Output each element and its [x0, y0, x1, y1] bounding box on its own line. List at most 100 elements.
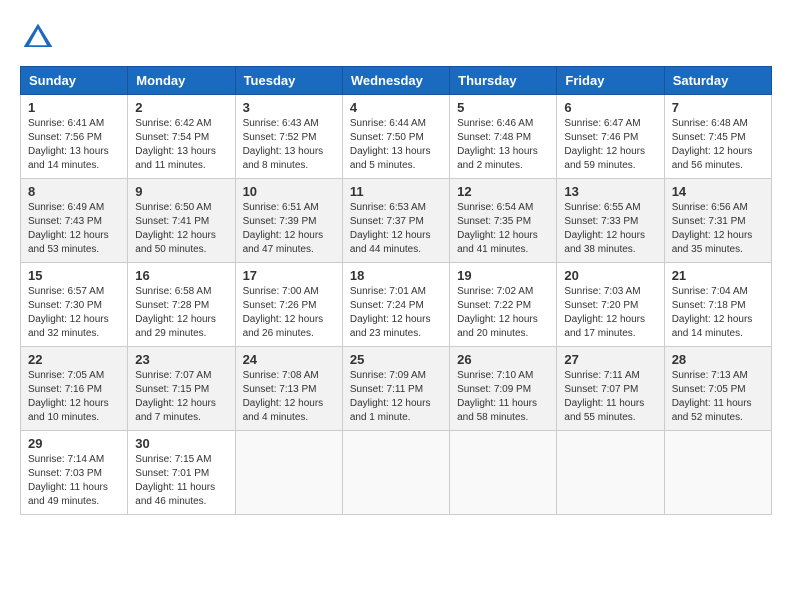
day-number: 17	[243, 268, 335, 283]
calendar-cell: 8 Sunrise: 6:49 AM Sunset: 7:43 PM Daylig…	[21, 179, 128, 263]
day-number: 10	[243, 184, 335, 199]
day-header-wednesday: Wednesday	[342, 67, 449, 95]
calendar-cell: 16Sunrise: 6:58 AM Sunset: 7:28 PM Dayli…	[128, 263, 235, 347]
calendar-cell: 18 Sunrise: 7:01 AM Sunset: 7:24 PM Dayli…	[342, 263, 449, 347]
day-number: 7	[672, 100, 764, 115]
calendar-cell: 27 Sunrise: 7:11 AM Sunset: 7:07 PM Dayli…	[557, 347, 664, 431]
calendar-cell: 13 Sunrise: 6:55 AM Sunset: 7:33 PM Dayli…	[557, 179, 664, 263]
calendar-cell: 10 Sunrise: 6:51 AM Sunset: 7:39 PM Dayli…	[235, 179, 342, 263]
calendar-cell: 22 Sunrise: 7:05 AM Sunset: 7:16 PM Dayli…	[21, 347, 128, 431]
calendar-cell	[342, 431, 449, 515]
week-row-5: 29 Sunrise: 7:14 AM Sunset: 7:03 PM Dayli…	[21, 431, 772, 515]
day-number: 27	[564, 352, 656, 367]
calendar-cell: 9 Sunrise: 6:50 AM Sunset: 7:41 PM Daylig…	[128, 179, 235, 263]
day-number: 29	[28, 436, 120, 451]
day-number: 21	[672, 268, 764, 283]
day-number: 2	[135, 100, 227, 115]
day-header-tuesday: Tuesday	[235, 67, 342, 95]
calendar-cell: 11Sunrise: 6:53 AM Sunset: 7:37 PM Dayli…	[342, 179, 449, 263]
cell-text: Sunrise: 6:55 AM Sunset: 7:33 PM Dayligh…	[564, 201, 656, 257]
day-number: 24	[243, 352, 335, 367]
day-number: 8	[28, 184, 120, 199]
calendar-cell: 2 Sunrise: 6:42 AM Sunset: 7:54 PM Daylig…	[128, 95, 235, 179]
calendar-cell: 6Sunrise: 6:47 AM Sunset: 7:46 PM Daylig…	[557, 95, 664, 179]
cell-text: Sunrise: 6:47 AM Sunset: 7:46 PM Dayligh…	[564, 117, 656, 173]
day-number: 20	[564, 268, 656, 283]
calendar-cell: 26 Sunrise: 7:10 AM Sunset: 7:09 PM Dayli…	[450, 347, 557, 431]
calendar-cell: 15 Sunrise: 6:57 AM Sunset: 7:30 PM Dayli…	[21, 263, 128, 347]
calendar-cell: 14 Sunrise: 6:56 AM Sunset: 7:31 PM Dayli…	[664, 179, 771, 263]
cell-text: Sunrise: 7:11 AM Sunset: 7:07 PM Dayligh…	[564, 369, 656, 425]
day-number: 26	[457, 352, 549, 367]
day-number: 4	[350, 100, 442, 115]
day-number: 22	[28, 352, 120, 367]
day-number: 15	[28, 268, 120, 283]
day-number: 13	[564, 184, 656, 199]
calendar-cell: 17 Sunrise: 7:00 AM Sunset: 7:26 PM Dayli…	[235, 263, 342, 347]
calendar-cell: 30 Sunrise: 7:15 AM Sunset: 7:01 PM Dayli…	[128, 431, 235, 515]
day-header-sunday: Sunday	[21, 67, 128, 95]
calendar-cell: 4 Sunrise: 6:44 AM Sunset: 7:50 PM Daylig…	[342, 95, 449, 179]
logo-icon	[20, 20, 56, 56]
cell-text: Sunrise: 6:48 AM Sunset: 7:45 PM Dayligh…	[672, 117, 764, 173]
calendar-cell: 24 Sunrise: 7:08 AM Sunset: 7:13 PM Dayli…	[235, 347, 342, 431]
days-header-row: SundayMondayTuesdayWednesdayThursdayFrid…	[21, 67, 772, 95]
cell-text: Sunrise: 7:05 AM Sunset: 7:16 PM Dayligh…	[28, 369, 120, 425]
calendar-cell	[557, 431, 664, 515]
day-number: 9	[135, 184, 227, 199]
cell-text: Sunrise: 7:04 AM Sunset: 7:18 PM Dayligh…	[672, 285, 764, 341]
cell-text: Sunrise: 7:01 AM Sunset: 7:24 PM Dayligh…	[350, 285, 442, 341]
cell-text: Sunrise: 7:10 AM Sunset: 7:09 PM Dayligh…	[457, 369, 549, 425]
day-number: 25	[350, 352, 442, 367]
week-row-2: 8 Sunrise: 6:49 AM Sunset: 7:43 PM Daylig…	[21, 179, 772, 263]
calendar-cell	[664, 431, 771, 515]
calendar-cell: 19Sunrise: 7:02 AM Sunset: 7:22 PM Dayli…	[450, 263, 557, 347]
day-number: 28	[672, 352, 764, 367]
calendar-cell: 28 Sunrise: 7:13 AM Sunset: 7:05 PM Dayli…	[664, 347, 771, 431]
week-row-1: 1 Sunrise: 6:41 AM Sunset: 7:56 PM Daylig…	[21, 95, 772, 179]
cell-text: Sunrise: 6:42 AM Sunset: 7:54 PM Dayligh…	[135, 117, 227, 173]
calendar-cell: 29 Sunrise: 7:14 AM Sunset: 7:03 PM Dayli…	[21, 431, 128, 515]
cell-text: Sunrise: 6:41 AM Sunset: 7:56 PM Dayligh…	[28, 117, 120, 173]
calendar-cell: 3 Sunrise: 6:43 AM Sunset: 7:52 PM Daylig…	[235, 95, 342, 179]
cell-text: Sunrise: 6:49 AM Sunset: 7:43 PM Dayligh…	[28, 201, 120, 257]
calendar-cell	[450, 431, 557, 515]
cell-text: Sunrise: 6:56 AM Sunset: 7:31 PM Dayligh…	[672, 201, 764, 257]
day-number: 12	[457, 184, 549, 199]
cell-text: Sunrise: 7:15 AM Sunset: 7:01 PM Dayligh…	[135, 453, 227, 509]
cell-text: Sunrise: 7:07 AM Sunset: 7:15 PM Dayligh…	[135, 369, 227, 425]
cell-text: Sunrise: 6:50 AM Sunset: 7:41 PM Dayligh…	[135, 201, 227, 257]
calendar-cell: 1 Sunrise: 6:41 AM Sunset: 7:56 PM Daylig…	[21, 95, 128, 179]
calendar-cell	[235, 431, 342, 515]
logo	[20, 20, 60, 56]
cell-text: Sunrise: 6:43 AM Sunset: 7:52 PM Dayligh…	[243, 117, 335, 173]
calendar-cell: 12 Sunrise: 6:54 AM Sunset: 7:35 PM Dayli…	[450, 179, 557, 263]
day-number: 23	[135, 352, 227, 367]
calendar: SundayMondayTuesdayWednesdayThursdayFrid…	[20, 66, 772, 515]
day-header-thursday: Thursday	[450, 67, 557, 95]
day-number: 30	[135, 436, 227, 451]
day-number: 14	[672, 184, 764, 199]
cell-text: Sunrise: 7:08 AM Sunset: 7:13 PM Dayligh…	[243, 369, 335, 425]
calendar-cell: 25 Sunrise: 7:09 AM Sunset: 7:11 PM Dayli…	[342, 347, 449, 431]
cell-text: Sunrise: 6:51 AM Sunset: 7:39 PM Dayligh…	[243, 201, 335, 257]
cell-text: Sunrise: 7:13 AM Sunset: 7:05 PM Dayligh…	[672, 369, 764, 425]
day-number: 3	[243, 100, 335, 115]
cell-text: Sunrise: 6:58 AM Sunset: 7:28 PM Dayligh…	[135, 285, 227, 341]
cell-text: Sunrise: 6:54 AM Sunset: 7:35 PM Dayligh…	[457, 201, 549, 257]
day-number: 1	[28, 100, 120, 115]
cell-text: Sunrise: 6:57 AM Sunset: 7:30 PM Dayligh…	[28, 285, 120, 341]
week-row-3: 15 Sunrise: 6:57 AM Sunset: 7:30 PM Dayli…	[21, 263, 772, 347]
calendar-cell: 5 Sunrise: 6:46 AM Sunset: 7:48 PM Daylig…	[450, 95, 557, 179]
cell-text: Sunrise: 6:44 AM Sunset: 7:50 PM Dayligh…	[350, 117, 442, 173]
cell-text: Sunrise: 7:02 AM Sunset: 7:22 PM Dayligh…	[457, 285, 549, 341]
cell-text: Sunrise: 7:00 AM Sunset: 7:26 PM Dayligh…	[243, 285, 335, 341]
cell-text: Sunrise: 7:09 AM Sunset: 7:11 PM Dayligh…	[350, 369, 442, 425]
day-number: 5	[457, 100, 549, 115]
cell-text: Sunrise: 6:53 AM Sunset: 7:37 PM Dayligh…	[350, 201, 442, 257]
cell-text: Sunrise: 7:14 AM Sunset: 7:03 PM Dayligh…	[28, 453, 120, 509]
day-number: 18	[350, 268, 442, 283]
header	[20, 20, 772, 56]
cell-text: Sunrise: 6:46 AM Sunset: 7:48 PM Dayligh…	[457, 117, 549, 173]
calendar-cell: 20Sunrise: 7:03 AM Sunset: 7:20 PM Dayli…	[557, 263, 664, 347]
